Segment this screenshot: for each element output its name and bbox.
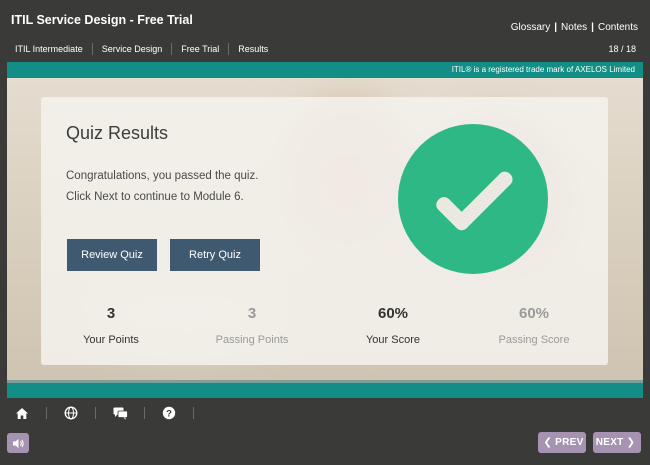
home-icon[interactable]: [10, 405, 34, 421]
glossary-link[interactable]: Glossary: [511, 22, 550, 33]
next-button[interactable]: NEXT ❯: [593, 432, 641, 453]
stat-passing-score: 60% Passing Score: [464, 305, 604, 346]
stat-value: 60%: [518, 305, 550, 322]
next-label: NEXT: [595, 437, 624, 448]
prev-button[interactable]: ❮ PREV: [538, 432, 586, 453]
prev-label: PREV: [555, 437, 584, 448]
link-divider: |: [591, 22, 594, 33]
passed-badge: [398, 124, 548, 274]
stat-value: 3: [106, 305, 116, 322]
stat-your-score: 60% Your Score: [323, 305, 463, 346]
check-icon: [436, 171, 513, 231]
link-divider: |: [554, 22, 558, 33]
stat-label: Your Points: [83, 334, 139, 346]
next-step-message: Click Next to continue to Module 6.: [66, 191, 244, 203]
stat-label: Passing Score: [498, 334, 570, 346]
stat-label: Your Score: [365, 334, 421, 346]
stat-passing-points: 3 Passing Points: [182, 305, 322, 346]
footer-icon-toolbar: ?: [10, 405, 206, 421]
stat-value: 3: [247, 305, 257, 322]
bottom-bar: ? ❮ PREV NEXT ❯: [0, 398, 650, 465]
stat-label: Passing Points: [215, 334, 289, 346]
breadcrumb-item[interactable]: Results: [229, 43, 277, 55]
quiz-results-card: Quiz Results Congratulations, you passed…: [41, 97, 608, 365]
contents-link[interactable]: Contents: [598, 22, 638, 33]
stat-your-points: 3 Your Points: [41, 305, 181, 346]
toolbar-divider: [46, 407, 47, 419]
retry-quiz-button[interactable]: Retry Quiz: [170, 239, 260, 271]
help-icon[interactable]: ?: [157, 405, 181, 421]
toolbar-divider: [193, 407, 194, 419]
sound-toggle-button[interactable]: [7, 433, 29, 453]
app-title: ITIL Service Design - Free Trial: [11, 13, 193, 27]
speaker-icon: [12, 438, 24, 448]
toolbar-divider: [144, 407, 145, 419]
content-stage: Quiz Results Congratulations, you passed…: [7, 78, 643, 380]
top-links: Glossary | Notes | Contents: [511, 22, 638, 33]
breadcrumb-item[interactable]: ITIL Intermediate: [6, 43, 93, 55]
trademark-bar: ITIL® is a registered trade mark of AXEL…: [7, 62, 643, 78]
breadcrumb-item[interactable]: Service Design: [93, 43, 173, 55]
chevron-left-icon: ❮: [543, 437, 553, 448]
notes-link[interactable]: Notes: [561, 22, 587, 33]
review-quiz-button[interactable]: Review Quiz: [67, 239, 157, 271]
trademark-notice: ITIL® is a registered trade mark of AXEL…: [451, 65, 635, 74]
page-counter: 18 / 18: [608, 44, 636, 54]
top-bar: ITIL Service Design - Free Trial Glossar…: [0, 0, 650, 62]
svg-text:?: ?: [166, 409, 172, 420]
result-message: Congratulations, you passed the quiz.: [66, 170, 259, 182]
page-title: Quiz Results: [66, 123, 169, 143]
globe-icon[interactable]: [59, 405, 83, 421]
chevron-right-icon: ❯: [626, 437, 636, 448]
breadcrumb: ITIL Intermediate Service Design Free Tr…: [6, 43, 277, 55]
toolbar-divider: [95, 407, 96, 419]
breadcrumb-item[interactable]: Free Trial: [172, 43, 230, 55]
footer-accent-bar: [7, 380, 643, 398]
stat-value: 60%: [377, 305, 409, 322]
chat-icon[interactable]: [108, 405, 132, 421]
